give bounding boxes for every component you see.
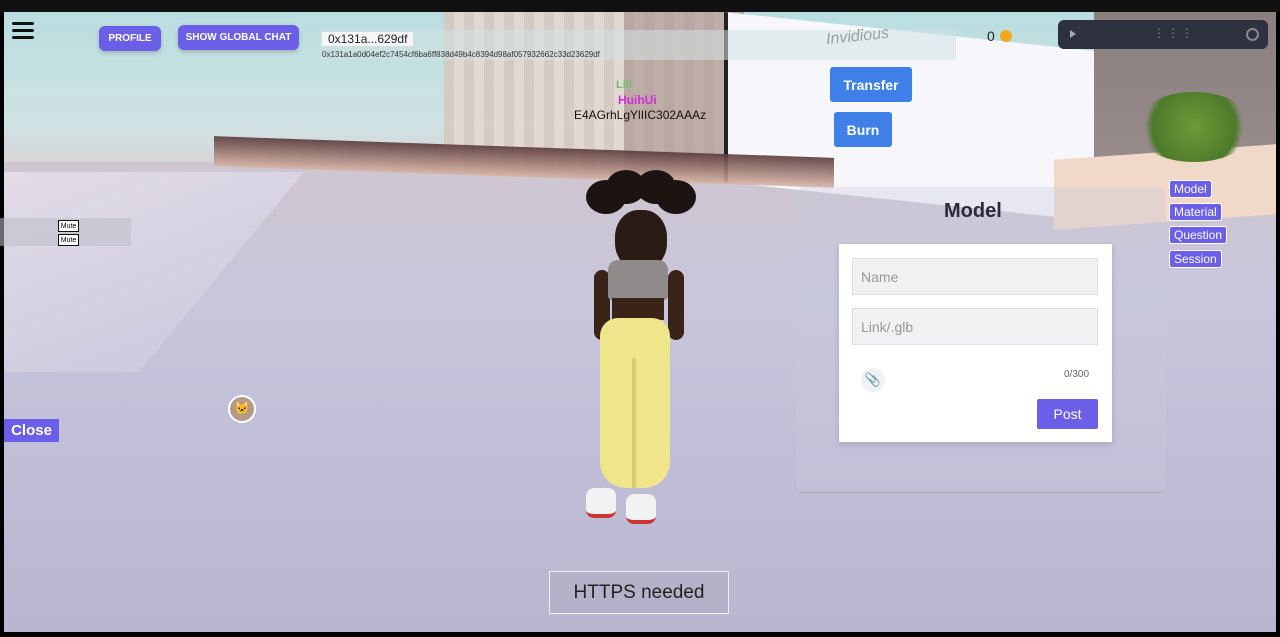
coin-count: 0 — [987, 28, 995, 44]
search-icon[interactable] — [1246, 28, 1259, 41]
pants — [600, 318, 670, 488]
wallet-address-full: 0x131a1a0d04ef2c7454cf6ba6ff838d49b4c839… — [322, 50, 600, 59]
tab-question[interactable]: Question — [1169, 226, 1228, 244]
tab-material[interactable]: Material — [1169, 203, 1222, 221]
close-button[interactable]: Close — [4, 419, 59, 442]
panel-title: Model — [944, 200, 1002, 222]
cat-avatar-icon[interactable]: 🐱 — [228, 395, 256, 423]
link-glb-input[interactable] — [852, 308, 1098, 345]
avatar-character — [580, 170, 705, 540]
plant — [1134, 92, 1254, 162]
right-arm — [668, 270, 684, 340]
mute-button-2[interactable]: Mute — [58, 234, 79, 246]
waist — [612, 298, 664, 320]
player-id: E4AGrhLgYlIIC302AAAz — [574, 108, 707, 122]
name-input[interactable] — [852, 258, 1098, 295]
transfer-button[interactable]: Transfer — [830, 67, 912, 102]
mute-button-1[interactable]: Mute — [58, 220, 79, 232]
right-shoe — [626, 494, 656, 524]
show-global-chat-button[interactable]: SHOW GLOBAL CHAT — [178, 25, 299, 50]
top-strip — [0, 0, 1280, 12]
wallet-address-short[interactable]: 0x131a...629df — [322, 32, 414, 46]
https-notice: HTTPS needed — [549, 571, 729, 614]
attachment-icon[interactable]: 📎 — [861, 368, 885, 392]
tab-session[interactable]: Session — [1169, 250, 1222, 268]
tab-model[interactable]: Model — [1169, 180, 1212, 198]
player-name-pink: HuihUi — [618, 93, 657, 107]
character-counter: 0/300 — [1064, 369, 1090, 380]
media-player[interactable]: ⋮⋮⋮ — [1058, 20, 1268, 49]
coin-icon — [999, 30, 1012, 42]
left-shoe — [586, 488, 616, 518]
burn-button[interactable]: Burn — [834, 112, 892, 147]
profile-button[interactable]: PROFILE — [99, 26, 161, 51]
shirt — [608, 260, 668, 300]
post-button[interactable]: Post — [1037, 399, 1098, 429]
play-icon[interactable] — [1070, 30, 1076, 38]
hamburger-menu-icon[interactable] — [12, 22, 34, 40]
coin-balance: 0 — [987, 28, 1012, 44]
drag-handle-icon[interactable]: ⋮⋮⋮ — [1153, 26, 1195, 40]
player-name-green: Lili — [616, 79, 632, 91]
